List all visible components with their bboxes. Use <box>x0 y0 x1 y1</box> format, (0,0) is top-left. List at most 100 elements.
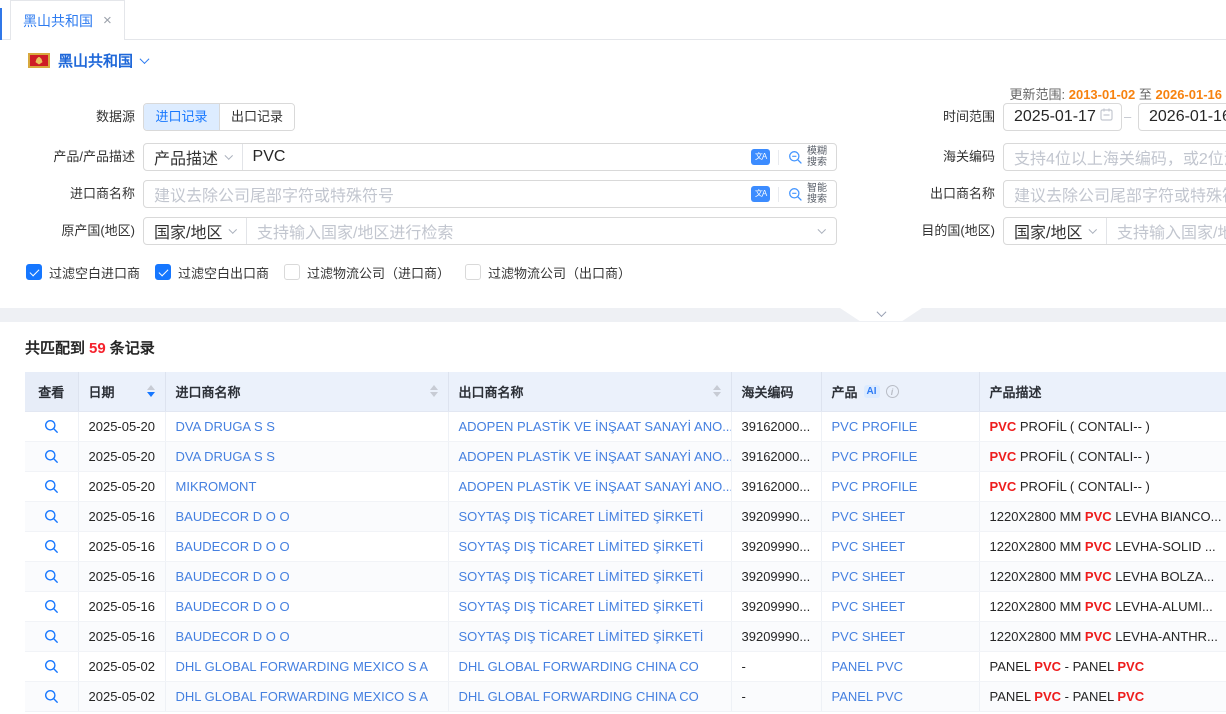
origin-search-input[interactable]: 支持输入国家/地区进行检索 <box>247 219 819 243</box>
importer-link[interactable]: DVA DRUGA S S <box>176 419 275 434</box>
checkbox-filter-logistics-exporter[interactable]: 过滤物流公司（出口商） <box>465 263 631 282</box>
product-link[interactable]: PVC SHEET <box>832 509 906 524</box>
sort-importer[interactable] <box>430 385 438 397</box>
importer-cell: BAUDECOR D O O <box>165 561 448 591</box>
tab-export-records[interactable]: 出口记录 <box>219 104 294 130</box>
exporter-cell: SOYTAŞ DIŞ TİCARET LİMİTED ŞİRKETİ <box>448 561 731 591</box>
product-link[interactable]: PVC SHEET <box>832 599 906 614</box>
importer-link[interactable]: BAUDECOR D O O <box>176 629 290 644</box>
time-range-end-input[interactable]: 2026-01-16 <box>1138 103 1226 131</box>
exporter-cell: ADOPEN PLASTİK VE İNŞAAT SANAYİ ANO... <box>448 471 731 501</box>
view-cell[interactable] <box>25 651 78 681</box>
view-record-icon[interactable] <box>44 479 59 494</box>
view-cell[interactable] <box>25 681 78 711</box>
exporter-link[interactable]: ADOPEN PLASTİK VE İNŞAAT SANAYİ ANO... <box>459 479 732 494</box>
chevron-down-icon[interactable] <box>140 54 150 64</box>
collapse-filters-handle[interactable] <box>840 308 922 321</box>
view-cell[interactable] <box>25 531 78 561</box>
translate-icon[interactable]: 文A <box>751 149 770 165</box>
checkbox-filter-blank-exporter[interactable]: 过滤空白出口商 <box>155 263 269 282</box>
exporter-link[interactable]: DHL GLOBAL FORWARDING CHINA CO <box>459 689 699 704</box>
hs-code-input[interactable]: 支持4位以上海关编码，或2位海关编码加 <box>1003 143 1226 171</box>
checkbox-icon[interactable] <box>284 264 300 280</box>
exporter-link[interactable]: SOYTAŞ DIŞ TİCARET LİMİTED ŞİRKETİ <box>459 599 704 614</box>
view-record-icon[interactable] <box>44 659 59 674</box>
importer-link[interactable]: DHL GLOBAL FORWARDING MEXICO S A <box>176 659 429 674</box>
exporter-link[interactable]: SOYTAŞ DIŞ TİCARET LİMİTED ŞİRKETİ <box>459 509 704 524</box>
sort-date[interactable] <box>147 385 155 397</box>
table-row: 2025-05-20DVA DRUGA S SADOPEN PLASTİK VE… <box>25 411 1226 441</box>
importer-link[interactable]: DVA DRUGA S S <box>176 449 275 464</box>
exporter-link[interactable]: SOYTAŞ DIŞ TİCARET LİMİTED ŞİRKETİ <box>459 569 704 584</box>
product-link[interactable]: PVC PROFILE <box>832 419 918 434</box>
view-record-icon[interactable] <box>44 599 59 614</box>
importer-link[interactable]: BAUDECOR D O O <box>176 539 290 554</box>
view-cell[interactable] <box>25 621 78 651</box>
exporter-input[interactable]: 建议去除公司尾部字符或特殊符号 <box>1003 180 1226 208</box>
fuzzy-search-button[interactable]: 模糊搜索 <box>779 146 836 168</box>
view-record-icon[interactable] <box>44 539 59 554</box>
view-cell[interactable] <box>25 591 78 621</box>
product-link[interactable]: PVC SHEET <box>832 569 906 584</box>
description-cell: PVC PROFİL ( CONTALI-- ) <box>979 441 1226 471</box>
checkbox-filter-blank-importer[interactable]: 过滤空白进口商 <box>26 263 140 282</box>
product-link[interactable]: PANEL PVC <box>832 689 904 704</box>
date-cell: 2025-05-16 <box>78 501 165 531</box>
destination-search-input[interactable]: 支持输入国家/地区进行检索 <box>1107 219 1226 243</box>
importer-link[interactable]: BAUDECOR D O O <box>176 599 290 614</box>
product-type-select[interactable]: 产品描述 <box>144 144 242 170</box>
view-cell[interactable] <box>25 411 78 441</box>
tab-montenegro[interactable]: 黑山共和国 × <box>10 0 125 40</box>
exporter-cell: DHL GLOBAL FORWARDING CHINA CO <box>448 651 731 681</box>
sort-exporter[interactable] <box>713 385 721 397</box>
product-link[interactable]: PVC PROFILE <box>832 449 918 464</box>
update-range-start: 2013-01-02 <box>1069 87 1136 102</box>
view-cell[interactable] <box>25 501 78 531</box>
country-selector[interactable]: 黑山共和国 <box>28 50 148 71</box>
exporter-link[interactable]: DHL GLOBAL FORWARDING CHINA CO <box>459 659 699 674</box>
destination-type-select[interactable]: 国家/地区 <box>1004 218 1106 244</box>
view-record-icon[interactable] <box>44 689 59 704</box>
exporter-link[interactable]: SOYTAŞ DIŞ TİCARET LİMİTED ŞİRKETİ <box>459 539 704 554</box>
product-cell: PVC PROFILE <box>821 411 979 441</box>
view-record-icon[interactable] <box>44 569 59 584</box>
view-cell[interactable] <box>25 471 78 501</box>
tab-import-records[interactable]: 进口记录 <box>144 104 219 130</box>
checkbox-icon[interactable] <box>465 264 481 280</box>
exporter-link[interactable]: SOYTAŞ DIŞ TİCARET LİMİTED ŞİRKETİ <box>459 629 704 644</box>
checkbox-icon[interactable] <box>26 264 42 280</box>
product-link[interactable]: PVC PROFILE <box>832 479 918 494</box>
importer-link[interactable]: MIKROMONT <box>176 479 257 494</box>
origin-type-select[interactable]: 国家/地区 <box>144 218 246 244</box>
view-record-icon[interactable] <box>44 449 59 464</box>
importer-link[interactable]: DHL GLOBAL FORWARDING MEXICO S A <box>176 689 429 704</box>
description-cell: 1220X2800 MM PVC LEVHA BIANCO... <box>979 501 1226 531</box>
date-cell: 2025-05-16 <box>78 591 165 621</box>
importer-link[interactable]: BAUDECOR D O O <box>176 509 290 524</box>
tab-close-icon[interactable]: × <box>103 13 112 28</box>
exporter-placeholder: 建议去除公司尾部字符或特殊符号 <box>1004 182 1226 206</box>
chevron-down-icon <box>876 307 886 317</box>
importer-link[interactable]: BAUDECOR D O O <box>176 569 290 584</box>
view-record-icon[interactable] <box>44 629 59 644</box>
checkbox-filter-logistics-importer[interactable]: 过滤物流公司（进口商） <box>284 263 450 282</box>
translate-icon[interactable]: 文A <box>751 186 770 202</box>
view-record-icon[interactable] <box>44 509 59 524</box>
product-search-input[interactable]: PVC <box>243 148 743 166</box>
time-range-start-input[interactable]: 2025-01-17 <box>1003 103 1122 131</box>
time-range-start-value: 2025-01-17 <box>1004 108 1100 126</box>
smart-search-button[interactable]: 智能搜索 <box>779 183 836 205</box>
tab-bar: 黑山共和国 × <box>0 0 1226 40</box>
product-cell: PANEL PVC <box>821 681 979 711</box>
exporter-link[interactable]: ADOPEN PLASTİK VE İNŞAAT SANAYİ ANO... <box>459 419 732 434</box>
exporter-link[interactable]: ADOPEN PLASTİK VE İNŞAAT SANAYİ ANO... <box>459 449 732 464</box>
view-cell[interactable] <box>25 561 78 591</box>
view-cell[interactable] <box>25 441 78 471</box>
product-link[interactable]: PANEL PVC <box>832 659 904 674</box>
info-icon[interactable]: i <box>886 385 899 398</box>
view-record-icon[interactable] <box>44 419 59 434</box>
product-link[interactable]: PVC SHEET <box>832 539 906 554</box>
importer-input[interactable]: 建议去除公司尾部字符或特殊符号 <box>144 182 743 206</box>
checkbox-icon[interactable] <box>155 264 171 280</box>
product-link[interactable]: PVC SHEET <box>832 629 906 644</box>
